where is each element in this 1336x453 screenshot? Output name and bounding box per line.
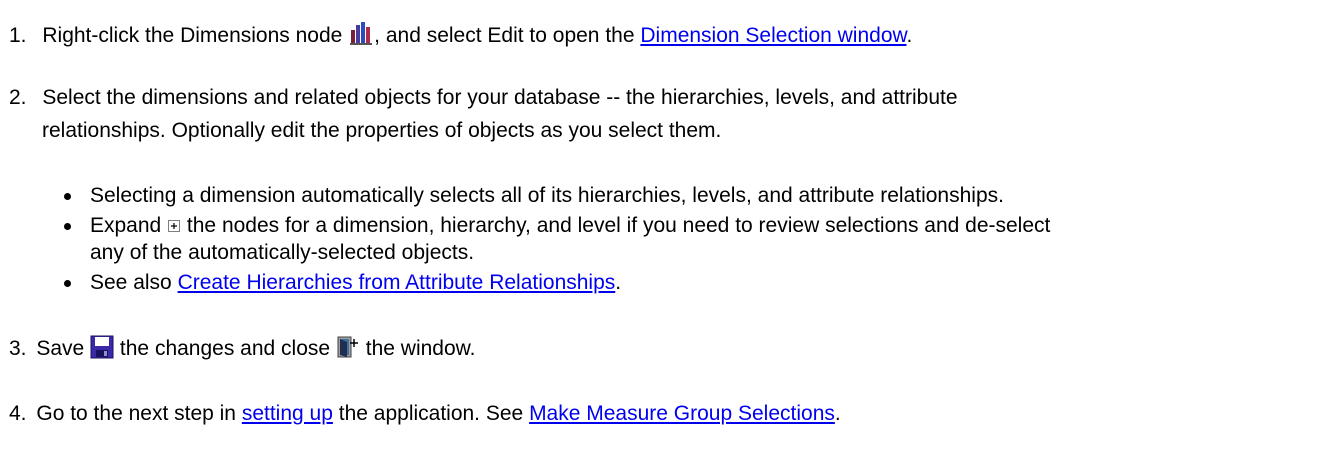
- close-window-icon: [336, 335, 360, 366]
- step-number: 3.: [9, 337, 27, 360]
- bullet-2-line-2: any of the automatically-selected object…: [90, 240, 474, 266]
- step-number: 4.: [9, 402, 27, 425]
- step-2: 2. Select the dimensions and related obj…: [9, 85, 958, 111]
- bullet-marker: [64, 193, 71, 200]
- make-measure-group-selections-link[interactable]: Make Measure Group Selections: [529, 402, 835, 425]
- dimension-selection-window-link[interactable]: Dimension Selection window: [640, 24, 906, 47]
- expand-plus-icon: [167, 214, 181, 240]
- bullet-1: Selecting a dimension automatically sele…: [90, 183, 1004, 209]
- bullet-marker: [64, 280, 71, 287]
- step-4: 4. Go to the next step in setting up the…: [9, 401, 841, 427]
- period: .: [834, 402, 841, 425]
- step-text: the changes and close: [119, 337, 331, 360]
- period: .: [906, 24, 913, 47]
- step-number: 1.: [9, 24, 27, 47]
- bullet-marker: [64, 223, 71, 230]
- dimensions-node-icon: [348, 20, 374, 53]
- step-number: 2.: [9, 86, 27, 109]
- bullet-text: Expand: [90, 214, 162, 237]
- step-2-line-2: relationships. Optionally edit the prope…: [42, 118, 721, 144]
- bullet-text: Selecting a dimension automatically sele…: [90, 184, 1004, 207]
- save-icon: [90, 335, 114, 366]
- bullet-3: See also Create Hierarchies from Attribu…: [90, 270, 621, 296]
- step-1: 1. Right-click the Dimensions node , and…: [9, 20, 912, 53]
- create-hierarchies-link[interactable]: Create Hierarchies from Attribute Relati…: [178, 271, 616, 294]
- step-text: Select the dimensions and related object…: [42, 86, 958, 109]
- step-text: Save: [36, 337, 85, 360]
- bullet-text: See also: [90, 271, 172, 294]
- step-text: relationships. Optionally edit the prope…: [42, 119, 722, 142]
- setting-up-link[interactable]: setting up: [242, 402, 333, 425]
- step-text: Right-click the Dimensions node: [42, 24, 343, 47]
- step-text: Go to the next step in: [36, 402, 236, 425]
- period: .: [615, 271, 622, 294]
- step-text: the window.: [365, 337, 476, 360]
- step-text: , and select Edit to open the: [374, 24, 635, 47]
- bullet-2: Expand the nodes for a dimension, hierar…: [90, 213, 1050, 240]
- step-text: the application. See: [338, 402, 524, 425]
- step-3: 3. Save the changes and close the window…: [9, 335, 476, 366]
- bullet-text: any of the automatically-selected object…: [90, 241, 475, 264]
- bullet-text: the nodes for a dimension, hierarchy, an…: [186, 214, 1051, 237]
